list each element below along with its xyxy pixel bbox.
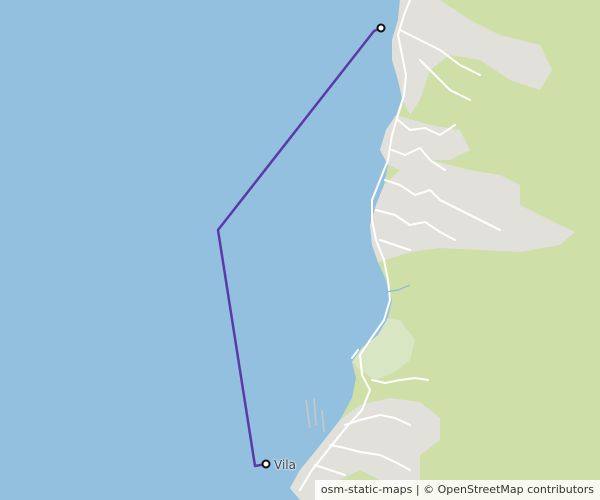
map-canvas[interactable] <box>0 0 600 500</box>
route-end-marker[interactable] <box>261 459 271 469</box>
route-start-marker[interactable] <box>376 23 386 33</box>
place-label-vila: Vila <box>274 458 296 472</box>
map-attribution[interactable]: osm-static-maps | © OpenStreetMap contri… <box>314 480 600 500</box>
